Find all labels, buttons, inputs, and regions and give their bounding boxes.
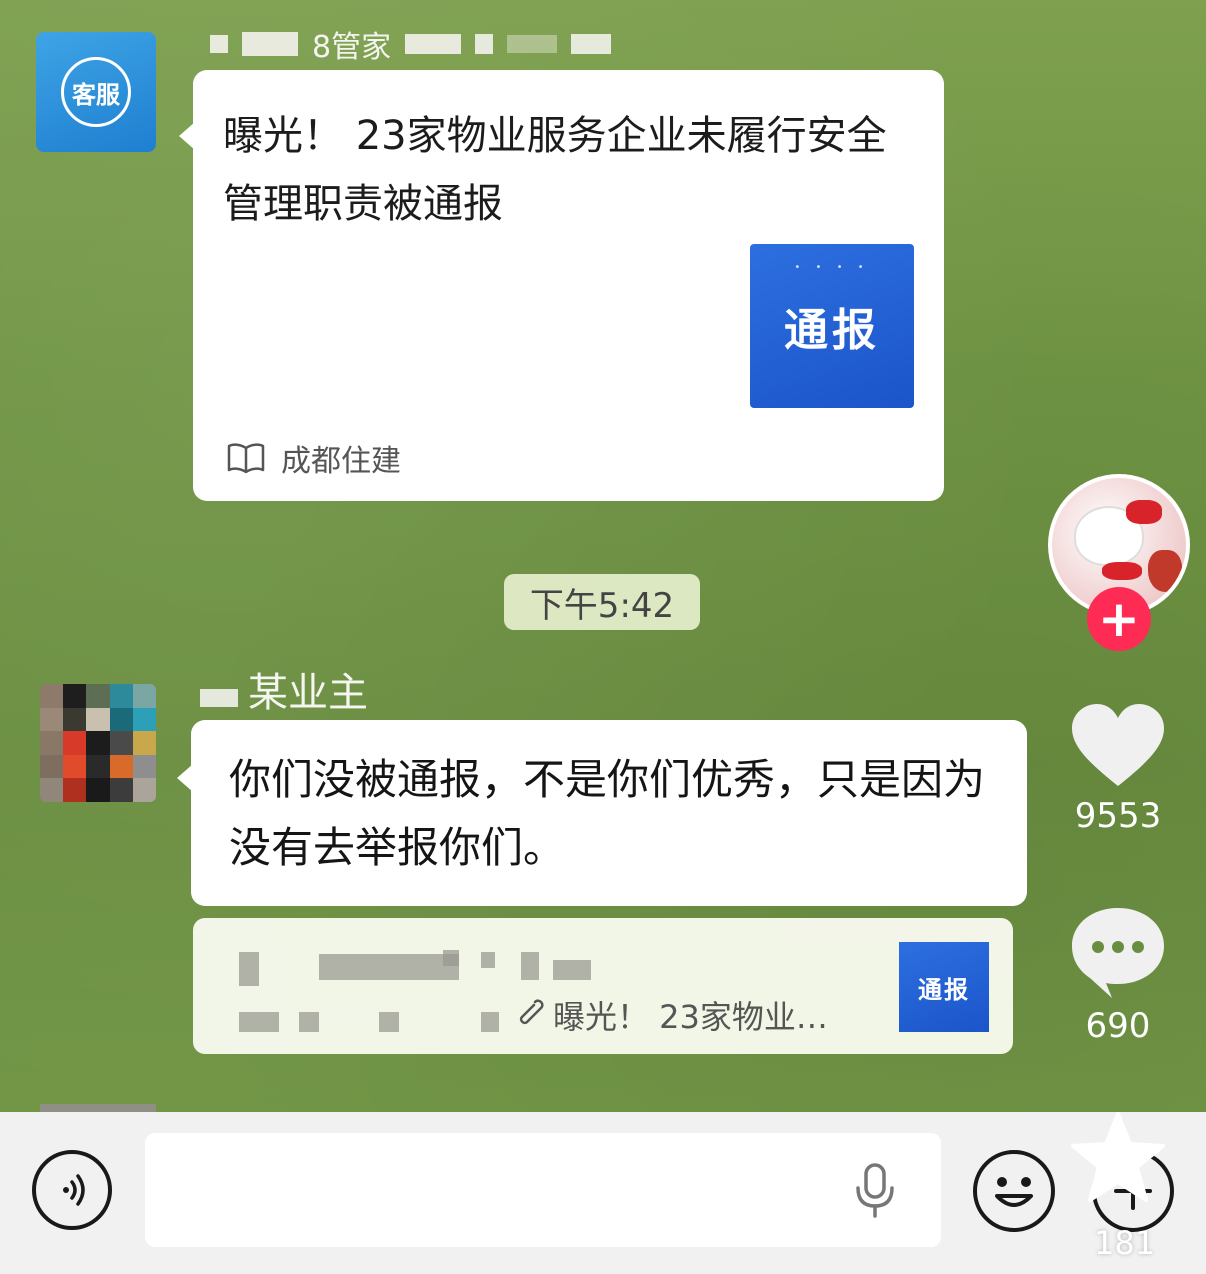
kitty-tie: [1102, 562, 1142, 580]
quoted-message[interactable]: 曝光！ 23家物业… 通报: [193, 918, 1013, 1054]
redacted-block: [210, 35, 228, 53]
link-icon: [519, 999, 544, 1025]
message-input[interactable]: [145, 1133, 941, 1247]
book-icon: [227, 443, 265, 474]
article-thumbnail-text: 通报: [784, 305, 880, 356]
strawberry: [1148, 550, 1182, 592]
heart-icon: [1072, 704, 1164, 786]
like-button[interactable]: 9553: [1068, 700, 1168, 836]
thumb-decoration: • • • •: [794, 262, 870, 273]
service-avatar-label: 客服: [61, 57, 131, 127]
redacted-block: [242, 32, 298, 56]
microphone-icon[interactable]: [852, 1162, 898, 1220]
follow-button[interactable]: +: [1087, 587, 1151, 651]
article-thumbnail: • • • • 通报: [750, 244, 914, 408]
quoted-thumbnail: 通报: [899, 942, 989, 1032]
quoted-text: 曝光！ 23家物业…: [553, 998, 828, 1036]
owner-name-label: 某业主: [248, 670, 368, 716]
emoji-button[interactable]: [973, 1150, 1055, 1232]
redacted-block: [475, 34, 494, 54]
voice-input-button[interactable]: [32, 1150, 112, 1230]
redacted-block: [405, 34, 462, 54]
smile-icon: [995, 1177, 1033, 1207]
like-count: 9553: [1074, 796, 1162, 836]
article-source-name: 成都住建: [281, 444, 401, 479]
kitty-bow: [1126, 500, 1162, 524]
redacted-block: [507, 35, 558, 53]
shared-article-card[interactable]: 曝光！ 23家物业服务企业未履行安全管理职责被通报 • • • • 通报 成都住…: [179, 70, 944, 501]
owner-message-bubble[interactable]: 你们没被通报，不是你们优秀，只是因为没有去举报你们。: [177, 720, 1027, 906]
owner-sender-name: 某业主: [200, 660, 368, 718]
favorite-star-icon[interactable]: [1068, 1110, 1168, 1206]
top-sender-name: 8管家: [210, 24, 612, 65]
favorite-count: 181: [1094, 1224, 1156, 1262]
top-sender-label: 8管家: [312, 30, 392, 65]
article-source: 成都住建: [227, 436, 401, 480]
service-avatar[interactable]: 客服: [36, 32, 156, 152]
redacted-block: [571, 34, 612, 54]
comment-count: 690: [1085, 1006, 1151, 1046]
owner-avatar[interactable]: [40, 684, 156, 802]
owner-message-text: 你们没被通报，不是你们优秀，只是因为没有去举报你们。: [229, 755, 986, 872]
voice-icon: [63, 1174, 85, 1206]
comment-button[interactable]: 690: [1068, 904, 1168, 1046]
comment-icon: [1072, 908, 1164, 998]
redacted-block: [200, 689, 238, 707]
article-title: 曝光！ 23家物业服务企业未履行安全管理职责被通报: [223, 113, 887, 227]
time-divider: 下午5:42: [504, 574, 700, 630]
